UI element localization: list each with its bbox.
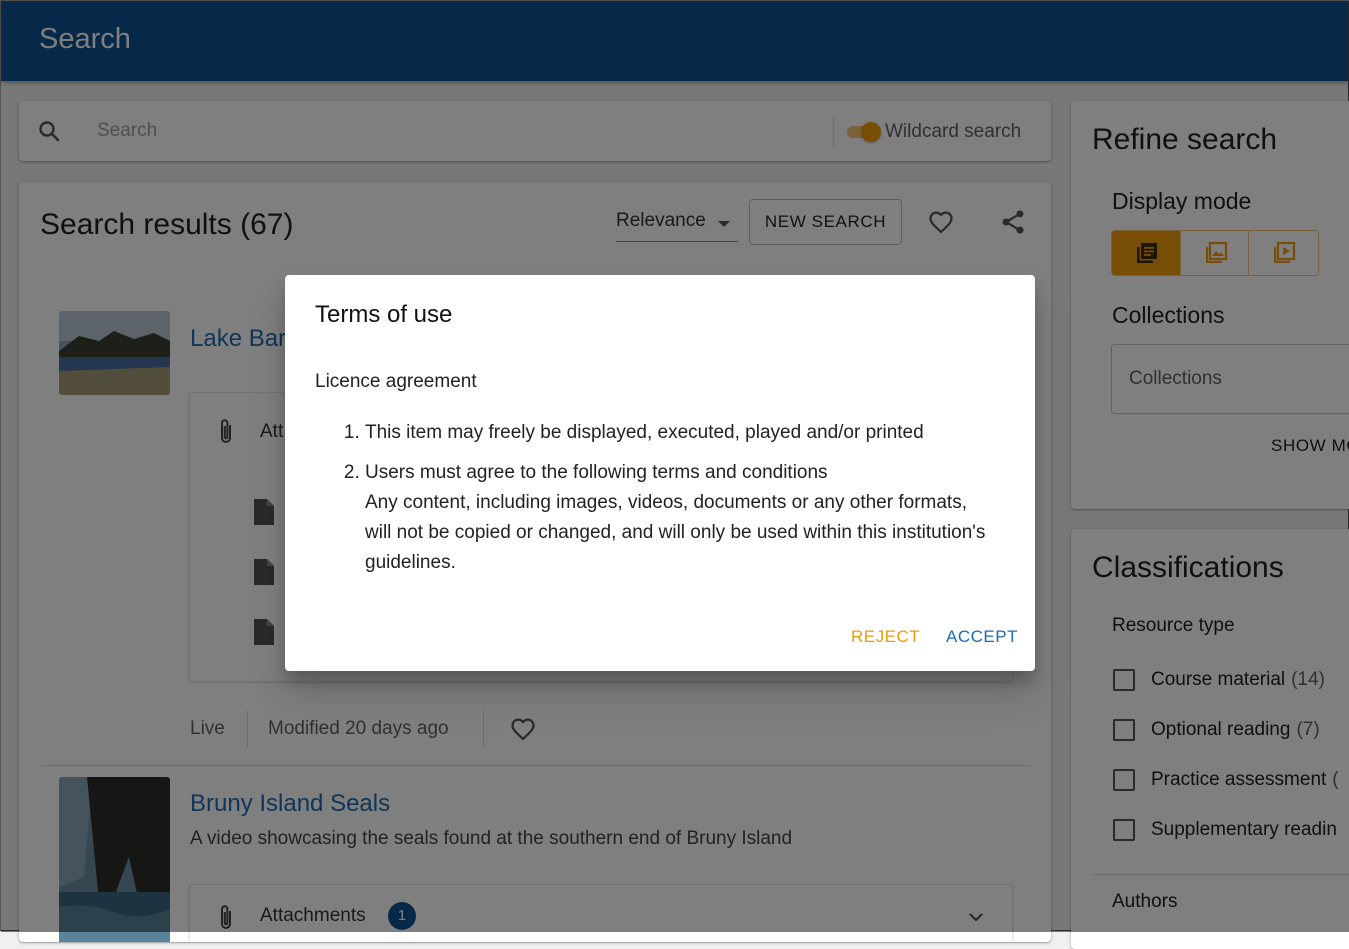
terms-of-use-dialog: Terms of use Licence agreement This item…: [285, 275, 1035, 671]
terms-list: This item may freely be displayed, execu…: [315, 418, 995, 588]
term-detail: Any content, including images, videos, d…: [365, 492, 986, 573]
dialog-title: Terms of use: [315, 301, 453, 328]
accept-button[interactable]: ACCEPT: [946, 627, 1018, 647]
licence-agreement-label: Licence agreement: [315, 371, 477, 392]
term-item: This item may freely be displayed, execu…: [365, 418, 995, 448]
reject-button[interactable]: REJECT: [851, 627, 920, 647]
term-item: Users must agree to the following terms …: [365, 458, 995, 578]
